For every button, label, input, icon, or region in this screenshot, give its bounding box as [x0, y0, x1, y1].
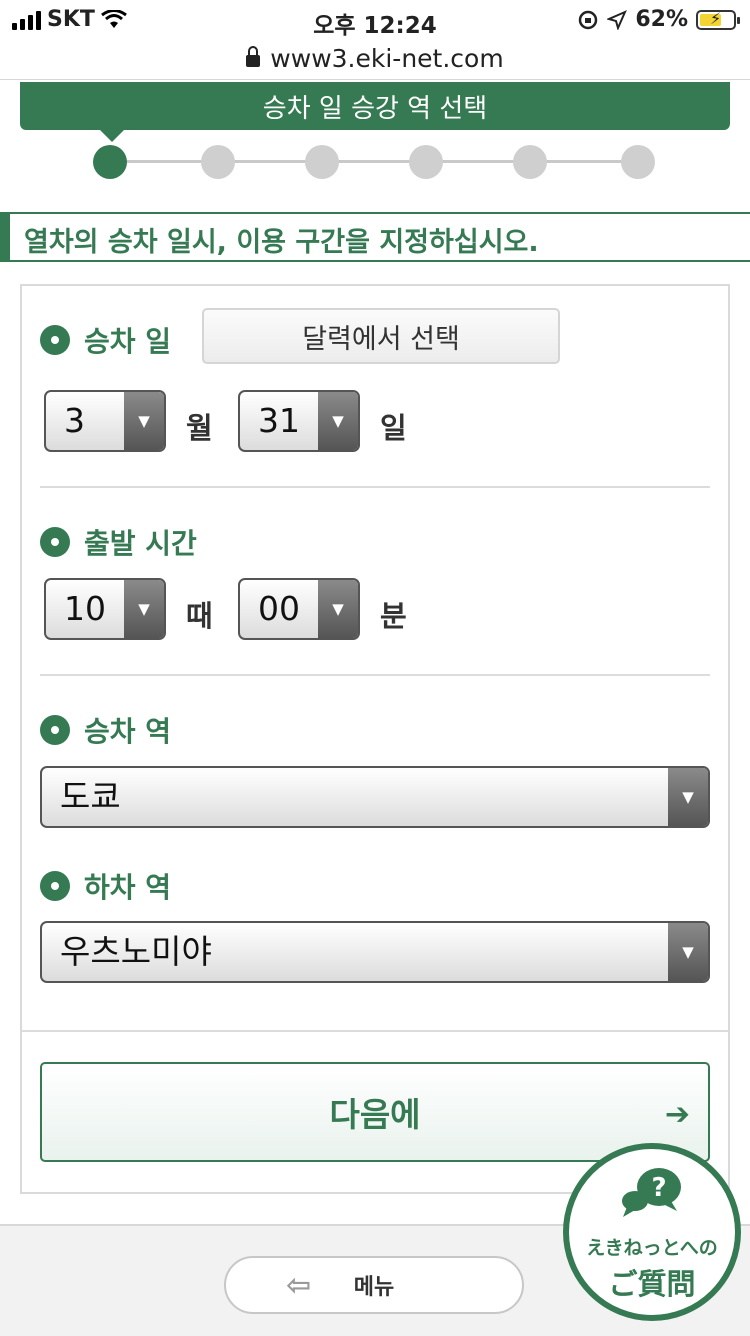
divider [40, 486, 710, 488]
step-line [110, 160, 640, 163]
step-dot-6 [621, 145, 655, 179]
svg-text:?: ? [651, 1173, 666, 1203]
dropdown-arrow-icon: ▼ [124, 392, 164, 450]
arrival-label: 하차 역 [40, 866, 171, 906]
arrival-station-select[interactable]: 우츠노미야 ▼ [40, 921, 710, 983]
section-title: 열차의 승차 일시, 이용 구간을 지정하십시오. [0, 212, 750, 262]
header-divider [0, 79, 750, 80]
calendar-button[interactable]: 달력에서 선택 [202, 308, 560, 364]
faq-button[interactable]: ? えきねっとへの ご質問 [563, 1143, 741, 1321]
faq-line1: えきねっとへの [586, 1237, 718, 1259]
dropdown-arrow-icon: ▼ [124, 580, 164, 638]
departure-label: 승차 역 [40, 710, 171, 750]
battery-icon: ⚡ [696, 9, 740, 30]
step-dot-1 [93, 145, 127, 179]
month-select[interactable]: 3 ▼ [44, 390, 166, 452]
url-text: www3.eki-net.com [270, 43, 504, 73]
hour-select[interactable]: 10 ▼ [44, 578, 166, 640]
dropdown-arrow-icon: ▼ [318, 392, 358, 450]
section-title-text: 열차의 승차 일시, 이용 구간을 지정하십시오. [24, 227, 539, 258]
bullet-icon [40, 871, 70, 901]
departure-station-select[interactable]: 도쿄 ▼ [40, 766, 710, 828]
lock-icon [246, 46, 261, 67]
step-dot-2 [201, 145, 235, 179]
step-dot-3 [305, 145, 339, 179]
departure-label-text: 승차 역 [84, 715, 172, 748]
question-bubble-icon: ? [622, 1168, 681, 1217]
step-indicator [93, 145, 655, 179]
date-label-text: 승차 일 [84, 325, 172, 358]
step-title: 승차 일 승강 역 선택 [20, 82, 730, 130]
minute-value: 00 [258, 589, 300, 628]
menu-button-label: 메뉴 [353, 1275, 395, 1300]
time-label-text: 출발 시간 [84, 527, 197, 560]
arrow-right-icon: ➔ [664, 1097, 690, 1132]
status-right: 62% ⚡ [577, 7, 740, 32]
hour-value: 10 [64, 589, 106, 628]
bullet-icon [40, 715, 70, 745]
faq-line2: ご質問 [608, 1267, 696, 1301]
time-label: 출발 시간 [40, 522, 197, 562]
arrival-label-text: 하차 역 [84, 871, 172, 904]
bullet-icon [40, 527, 70, 557]
address-bar[interactable]: www3.eki-net.com [0, 40, 750, 76]
arrival-station-value: 우츠노미야 [60, 932, 212, 971]
departure-station-value: 도쿄 [60, 777, 121, 816]
section-title-bar [0, 214, 10, 260]
day-unit: 일 [380, 411, 407, 445]
date-label: 승차 일 [40, 320, 171, 360]
reservation-form: 승차 일 달력에서 선택 3 ▼ 월 31 ▼ 일 출발 시간 10 ▼ 때 0… [20, 284, 730, 1194]
location-icon [607, 9, 628, 30]
minute-unit: 분 [380, 599, 407, 633]
hour-unit: 때 [186, 599, 213, 633]
day-select[interactable]: 31 ▼ [238, 390, 360, 452]
divider [22, 1030, 728, 1032]
status-bar: SKT 오후 12:24 62% ⚡ [0, 0, 750, 40]
step-dot-4 [409, 145, 443, 179]
orientation-lock-icon [579, 10, 598, 29]
arrow-left-icon: ⇦ [286, 1268, 312, 1303]
next-button-label: 다음에 [329, 1095, 421, 1134]
step-pointer [100, 130, 124, 142]
dropdown-arrow-icon: ▼ [668, 768, 708, 826]
battery-percent: 62% [635, 7, 688, 32]
bullet-icon [40, 325, 70, 355]
day-value: 31 [258, 401, 300, 440]
dropdown-arrow-icon: ▼ [318, 580, 358, 638]
divider [40, 674, 710, 676]
next-button[interactable]: 다음에 ➔ [40, 1062, 710, 1162]
dropdown-arrow-icon: ▼ [668, 923, 708, 981]
month-unit: 월 [186, 411, 213, 445]
menu-button[interactable]: ⇦ 메뉴 [224, 1256, 524, 1314]
month-value: 3 [64, 401, 85, 440]
step-dot-5 [513, 145, 547, 179]
minute-select[interactable]: 00 ▼ [238, 578, 360, 640]
